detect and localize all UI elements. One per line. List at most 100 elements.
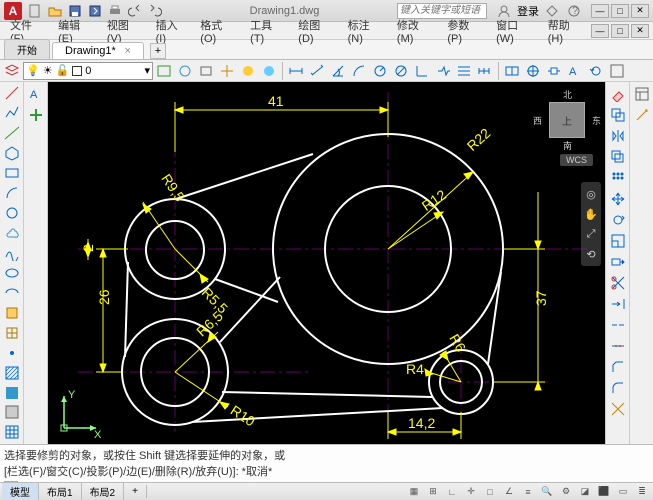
menu-edit[interactable]: 编辑(E) [52,17,99,45]
arc-icon[interactable] [2,184,22,203]
angular-dim-icon[interactable] [328,61,348,81]
fillet-icon[interactable] [608,378,628,398]
arc-dim-icon[interactable] [349,61,369,81]
properties-icon[interactable] [632,84,652,104]
layer-freeze-icon[interactable] [259,61,279,81]
viewcube-east[interactable]: 东 [592,114,601,127]
gradient-icon[interactable] [2,383,22,402]
tab-drawing1[interactable]: Drawing1* × [52,42,144,59]
layer-manager-icon[interactable] [2,61,22,81]
center-mark-icon[interactable] [523,61,543,81]
command-line[interactable]: 选择要修剪的对象，或按住 Shift 键选择要延伸的对象，或 [栏选(F)/窗交… [0,444,653,482]
tab-layout2[interactable]: 布局2 [82,483,125,500]
stretch-icon[interactable] [608,252,628,272]
offset-icon[interactable] [608,147,628,167]
close-button[interactable]: ✕ [631,4,649,18]
tolerance-icon[interactable] [502,61,522,81]
menu-parametric[interactable]: 参数(P) [441,17,488,45]
viewcube-north[interactable]: 北 [563,88,572,101]
drawing-canvas[interactable]: 41 R22 R12 R9,5 2 R5,5 26 R6,5 R10 R6 R4… [48,82,605,444]
zoom-extents-icon[interactable]: ⤢ [583,226,599,242]
layer-off-icon[interactable] [238,61,258,81]
ortho-toggle-icon[interactable]: ∟ [443,484,461,500]
make-block-icon[interactable] [2,323,22,342]
menu-draw[interactable]: 绘图(D) [292,17,339,45]
dim-text-edit-icon[interactable]: A [565,61,585,81]
layer-match-icon[interactable] [217,61,237,81]
layer-states-icon[interactable] [154,61,174,81]
doc-restore-button[interactable]: □ [611,24,629,38]
customize-icon[interactable]: ≣ [633,484,651,500]
viewcube[interactable]: 北 南 西 东 上 [537,90,597,150]
layout-add-button[interactable]: + [124,485,147,498]
ellipse-icon[interactable] [2,263,22,282]
array-icon[interactable] [608,168,628,188]
hardware-accel-icon[interactable]: ⬛ [595,484,613,500]
point-icon[interactable] [2,343,22,362]
doc-minimize-button[interactable]: — [591,24,609,38]
cleanscreen-icon[interactable]: ▭ [614,484,632,500]
osnap-toggle-icon[interactable]: □ [481,484,499,500]
viewcube-south[interactable]: 南 [563,139,572,152]
cmd-prompt-icon[interactable] [4,481,18,482]
viewcube-top-face[interactable]: 上 [549,102,585,138]
dim-update-icon[interactable] [586,61,606,81]
aligned-dim-icon[interactable] [307,61,327,81]
snap-toggle-icon[interactable]: ⊞ [424,484,442,500]
lineweight-toggle-icon[interactable]: ≡ [519,484,537,500]
otrack-toggle-icon[interactable]: ∠ [500,484,518,500]
table-icon[interactable] [2,423,22,442]
orbit-icon[interactable]: ⟲ [583,246,599,262]
baseline-dim-icon[interactable] [454,61,474,81]
scale-icon[interactable] [608,231,628,251]
mirror-icon[interactable] [608,126,628,146]
annoscale-icon[interactable]: 🔍 [538,484,556,500]
doc-close-button[interactable]: ✕ [631,24,649,38]
rotate-icon[interactable] [608,210,628,230]
join-icon[interactable] [608,336,628,356]
ordinate-dim-icon[interactable] [412,61,432,81]
continue-dim-icon[interactable] [475,61,495,81]
workspace-icon[interactable]: ⚙ [557,484,575,500]
pan-icon[interactable]: ✋ [583,206,599,222]
jogged-dim-icon[interactable] [433,61,453,81]
menu-tools[interactable]: 工具(T) [244,17,290,45]
tab-model[interactable]: 模型 [2,483,39,500]
menu-modify[interactable]: 修改(M) [391,17,439,45]
menu-format[interactable]: 格式(O) [194,17,242,45]
diameter-dim-icon[interactable] [391,61,411,81]
ellipse-arc-icon[interactable] [2,283,22,302]
addselected-icon[interactable] [26,105,46,125]
radius-dim-icon[interactable] [370,61,390,81]
polygon-icon[interactable] [2,144,22,163]
line-icon[interactable] [2,84,22,103]
insert-block-icon[interactable] [2,303,22,322]
layer-iso-icon[interactable] [175,61,195,81]
region-icon[interactable] [2,403,22,422]
rectangle-icon[interactable] [2,164,22,183]
trim-icon[interactable] [608,273,628,293]
grid-toggle-icon[interactable]: ▦ [405,484,423,500]
menu-window[interactable]: 窗口(W) [490,17,540,45]
linear-dim-icon[interactable] [286,61,306,81]
viewcube-west[interactable]: 西 [533,114,542,127]
explode-icon[interactable] [608,399,628,419]
chamfer-icon[interactable] [608,357,628,377]
layer-dropdown[interactable]: 💡 ☀ 🔓 0 ▾ [23,62,153,80]
spline-icon[interactable] [2,244,22,263]
tab-layout1[interactable]: 布局1 [39,483,82,500]
nav-wheel-icon[interactable]: ◎ [583,186,599,202]
xline-icon[interactable] [2,124,22,143]
tab-add-button[interactable]: + [150,43,166,59]
menu-dimension[interactable]: 标注(N) [342,17,389,45]
circle-icon[interactable] [2,204,22,223]
extend-icon[interactable] [608,294,628,314]
polar-toggle-icon[interactable]: ✛ [462,484,480,500]
layer-prev-icon[interactable] [196,61,216,81]
menu-insert[interactable]: 插入(I) [150,17,193,45]
move-icon[interactable] [608,189,628,209]
matchprop-icon[interactable] [632,105,652,125]
tab-close-icon[interactable]: × [125,45,131,57]
maximize-button[interactable]: □ [611,4,629,18]
dim-style-icon[interactable] [607,61,627,81]
